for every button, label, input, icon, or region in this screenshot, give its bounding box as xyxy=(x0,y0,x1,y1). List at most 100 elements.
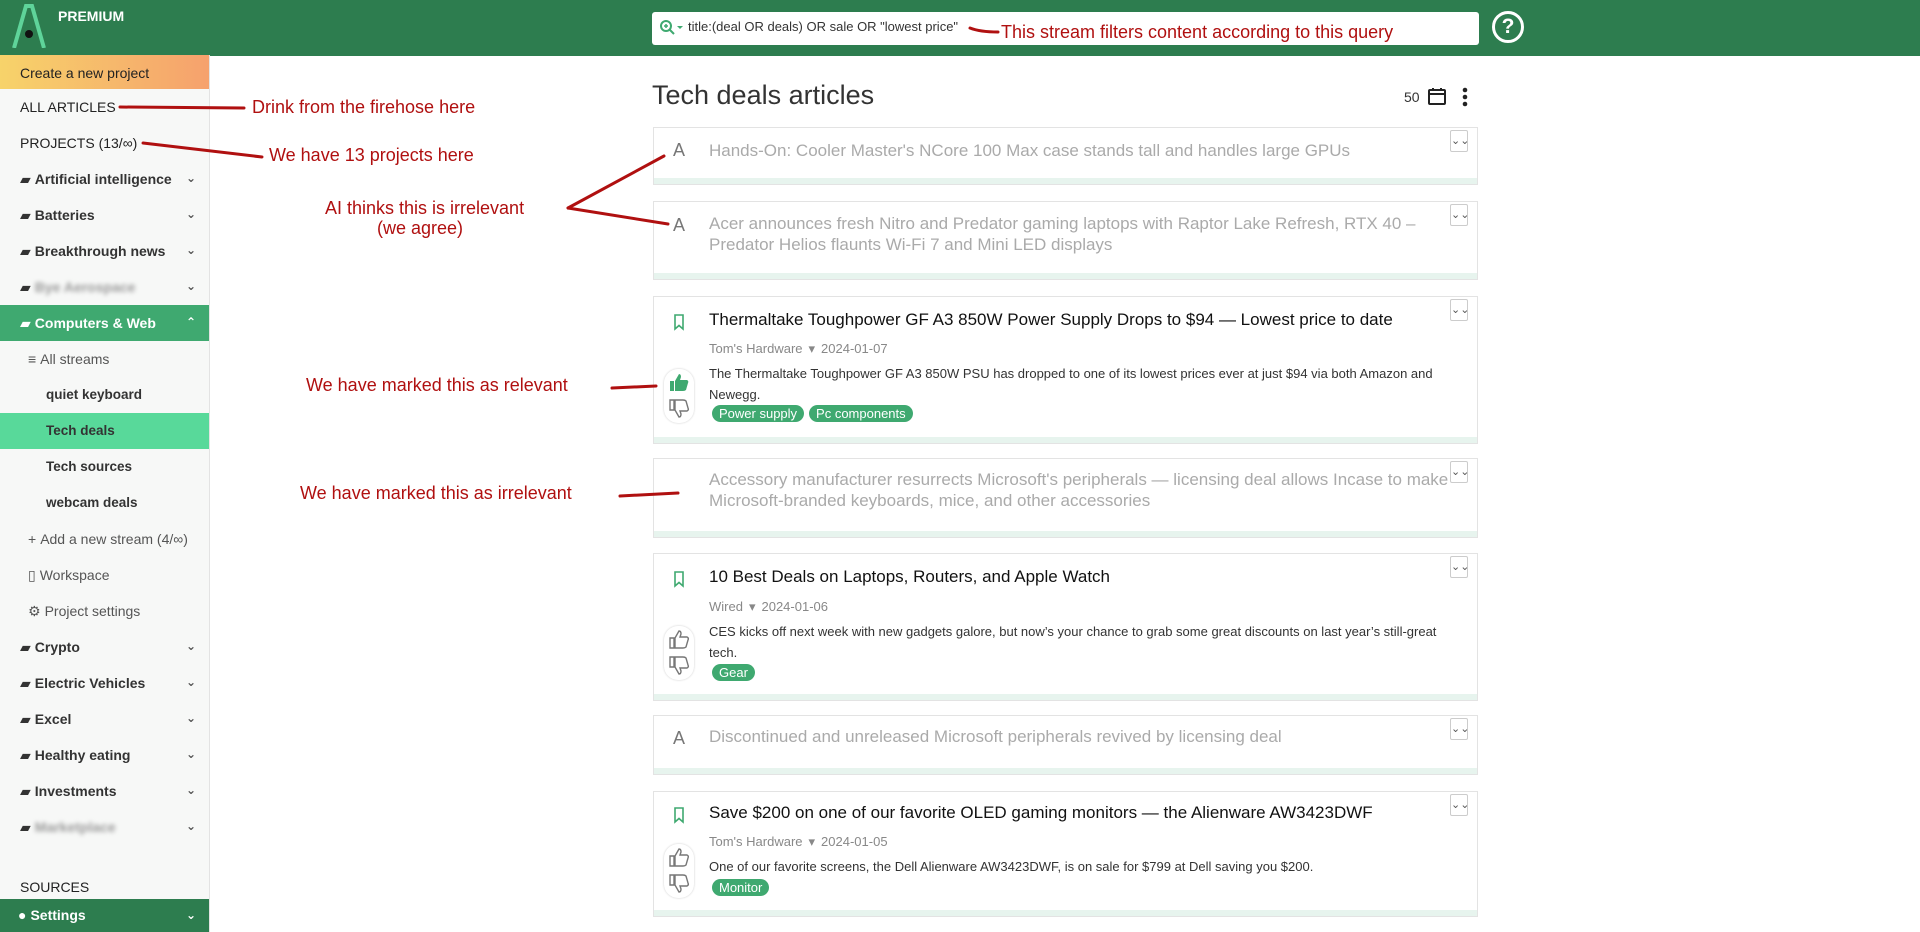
sidebar-item-blurred-project-2[interactable]: ▰ Marketplace ⌄ xyxy=(0,809,209,845)
ai-filtered-icon: A xyxy=(672,215,685,235)
article-meta: Tom's Hardware ▾ 2024-01-05 xyxy=(709,834,888,850)
bookmark-icon[interactable] xyxy=(668,568,690,590)
article-source[interactable]: Tom's Hardware xyxy=(709,834,803,849)
article-card[interactable]: Thermaltake Toughpower GF A3 850W Power … xyxy=(653,296,1478,444)
sidebar-item-healthy-eating[interactable]: ▰ Healthy eating ⌄ xyxy=(0,737,209,773)
article-snippet: CES kicks off next week with new gadgets… xyxy=(709,624,1437,660)
sidebar-item-electric-vehicles[interactable]: ▰ Electric Vehicles ⌄ xyxy=(0,665,209,701)
annotation-ai-irrelevant: AI thinks this is irrelevant xyxy=(325,198,525,218)
article-title[interactable]: Accessory manufacturer resurrects Micros… xyxy=(709,469,1449,511)
thumbs-up-icon[interactable] xyxy=(666,846,692,868)
chevron-up-icon: ⌃ xyxy=(185,315,196,329)
expand-icon[interactable]: ⌄⌄ xyxy=(1450,130,1469,152)
thumbs-up-icon[interactable] xyxy=(666,628,692,650)
add-stream-button[interactable]: + Add a new stream (4/∞) xyxy=(0,521,209,557)
bookmark-icon[interactable] xyxy=(668,804,690,826)
stream-tech-sources[interactable]: Tech sources xyxy=(0,449,209,485)
expand-icon[interactable]: ⌄⌄ xyxy=(1450,718,1469,740)
sidebar-item-workspace[interactable]: ▯ Workspace xyxy=(0,557,209,593)
article-card[interactable]: Save $200 on one of our favorite OLED ga… xyxy=(653,791,1478,917)
logo[interactable]: PREMIUM xyxy=(0,0,210,55)
layers-icon: ≡ xyxy=(28,351,37,367)
thumbs-down-icon[interactable] xyxy=(666,655,692,677)
stream-webcam-deals[interactable]: webcam deals xyxy=(0,485,209,521)
expand-icon[interactable]: ⌄⌄ xyxy=(1450,299,1469,321)
tag[interactable]: Power supply xyxy=(712,405,805,422)
chevron-down-icon: ⌄ xyxy=(185,639,196,653)
plus-icon: + xyxy=(28,531,37,547)
vote-buttons xyxy=(664,844,694,898)
tag[interactable]: Monitor xyxy=(712,879,770,896)
article-card[interactable]: A Hands-On: Cooler Master's NCore 100 Ma… xyxy=(653,127,1478,185)
thumbs-down-icon[interactable] xyxy=(666,398,692,420)
article-card[interactable]: A Discontinued and unreleased Microsoft … xyxy=(653,715,1478,775)
sidebar-item-investments[interactable]: ▰ Investments ⌄ xyxy=(0,773,209,809)
sidebar-item-artificial-intelligence[interactable]: ▰ Artificial intelligence ⌄ xyxy=(0,161,209,197)
sidebar-item-all-streams[interactable]: ≡ All streams xyxy=(0,341,209,377)
expand-icon[interactable]: ⌄⌄ xyxy=(1450,556,1469,578)
sidebar-item-batteries[interactable]: ▰ Batteries ⌄ xyxy=(0,197,209,233)
sidebar-item-crypto[interactable]: ▰ Crypto ⌄ xyxy=(0,629,209,665)
annotation-marked-irrelevant: We have marked this as irrelevant xyxy=(300,483,572,503)
tag[interactable]: Gear xyxy=(712,664,755,681)
annotation-projects: We have 13 projects here xyxy=(269,145,474,165)
article-title[interactable]: Acer announces fresh Nitro and Predator … xyxy=(709,213,1449,255)
search-filter-icon[interactable] xyxy=(658,18,684,38)
article-date: 2024-01-05 xyxy=(821,834,888,849)
chevron-down-icon: ⌄ xyxy=(185,171,196,185)
article-title[interactable]: Thermaltake Toughpower GF A3 850W Power … xyxy=(709,309,1449,330)
annotation-marked-relevant: We have marked this as relevant xyxy=(306,375,568,395)
briefcase-icon: ▰ xyxy=(20,279,31,295)
chevron-down-icon: ⌄ xyxy=(185,908,196,922)
document-icon: ▯ xyxy=(28,567,36,583)
sidebar-item-computers-web[interactable]: ▰ Computers & Web ⌃ xyxy=(0,305,209,341)
article-card[interactable]: Accessory manufacturer resurrects Micros… xyxy=(653,458,1478,538)
article-title[interactable]: Hands-On: Cooler Master's NCore 100 Max … xyxy=(709,140,1449,161)
chevron-down-icon: ⌄ xyxy=(185,243,196,257)
create-project-button[interactable]: Create a new project xyxy=(0,55,209,89)
article-source[interactable]: Tom's Hardware xyxy=(709,341,803,356)
expand-icon[interactable]: ⌄⌄ xyxy=(1450,204,1469,226)
tag[interactable]: Pc components xyxy=(809,405,913,422)
article-date: 2024-01-07 xyxy=(821,341,888,356)
article-snippet: One of our favorite screens, the Dell Al… xyxy=(709,859,1314,874)
sidebar-item-breakthrough-news[interactable]: ▰ Breakthrough news ⌄ xyxy=(0,233,209,269)
expand-icon[interactable]: ⌄⌄ xyxy=(1450,794,1469,816)
thumbs-up-icon[interactable] xyxy=(666,371,692,393)
article-card[interactable]: A Acer announces fresh Nitro and Predato… xyxy=(653,201,1478,280)
all-articles-link[interactable]: ALL ARTICLES xyxy=(0,89,209,125)
bookmark-icon[interactable] xyxy=(668,311,690,333)
sidebar-item-excel[interactable]: ▰ Excel ⌄ xyxy=(0,701,209,737)
chevron-down-icon: ⌄ xyxy=(185,783,196,797)
article-count: 50 xyxy=(1404,89,1420,105)
help-icon[interactable]: ? xyxy=(1492,11,1524,43)
article-meta: Wired ▾ 2024-01-06 xyxy=(709,599,828,615)
annotation-query: This stream filters content according to… xyxy=(1001,22,1394,42)
tag-list: Gear xyxy=(712,664,760,682)
sidebar-item-blurred-project[interactable]: ▰ Bye Aerospace ⌄ xyxy=(0,269,209,305)
calendar-icon[interactable] xyxy=(1427,86,1447,106)
chevron-down-icon: ⌄ xyxy=(185,207,196,221)
thumbs-down-icon[interactable] xyxy=(666,873,692,895)
expand-icon[interactable]: ⌄⌄ xyxy=(1450,461,1469,483)
sidebar: Create a new project ALL ARTICLES PROJEC… xyxy=(0,55,210,932)
briefcase-icon: ▰ xyxy=(20,207,31,223)
sources-link[interactable]: SOURCES xyxy=(20,879,89,895)
tag-list: Monitor xyxy=(712,879,774,897)
settings-button[interactable]: ● Settings ⌄ xyxy=(0,899,209,932)
more-options-icon[interactable] xyxy=(1460,86,1470,108)
article-card[interactable]: 10 Best Deals on Laptops, Routers, and A… xyxy=(653,553,1478,701)
article-title[interactable]: Save $200 on one of our favorite OLED ga… xyxy=(709,802,1449,823)
stream-quiet-keyboard[interactable]: quiet keyboard xyxy=(0,377,209,413)
briefcase-icon: ▰ xyxy=(20,639,31,655)
stream-tech-deals[interactable]: Tech deals xyxy=(0,413,209,449)
article-title[interactable]: 10 Best Deals on Laptops, Routers, and A… xyxy=(709,566,1449,587)
projects-header[interactable]: PROJECTS (13/∞) xyxy=(0,125,209,161)
article-source[interactable]: Wired xyxy=(709,599,743,614)
sidebar-item-project-settings[interactable]: ⚙ Project settings xyxy=(0,593,209,629)
vote-buttons xyxy=(664,369,694,423)
chevron-down-icon: ⌄ xyxy=(185,675,196,689)
article-meta: Tom's Hardware ▾ 2024-01-07 xyxy=(709,341,888,357)
chevron-down-icon: ⌄ xyxy=(185,747,196,761)
article-title[interactable]: Discontinued and unreleased Microsoft pe… xyxy=(709,726,1449,747)
